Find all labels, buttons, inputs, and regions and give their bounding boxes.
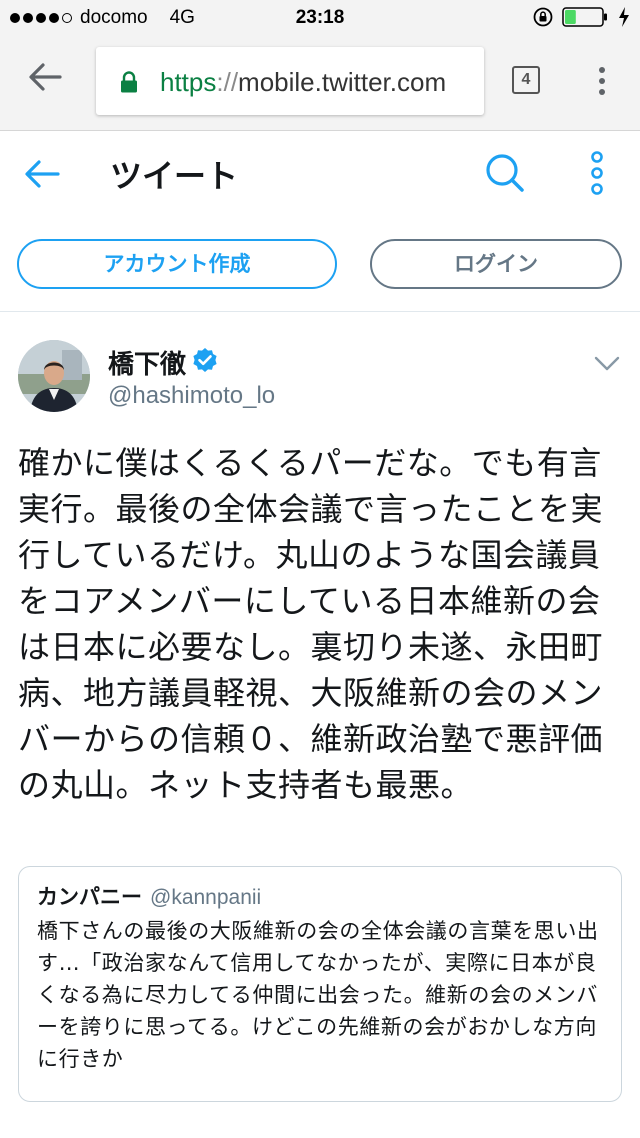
verified-badge-icon xyxy=(193,348,217,372)
auth-bar: アカウント作成 ログイン xyxy=(0,217,640,312)
quoted-tweet-text: 橋下さんの最後の大阪維新の会の全体会議の言葉を思い出す…「政治家なんて信用してな… xyxy=(37,919,599,1071)
address-bar[interactable]: https://mobile.twitter.com xyxy=(96,47,484,115)
secure-lock-icon xyxy=(121,71,137,93)
quoted-author-handle: @kannpanii xyxy=(150,886,262,909)
tweet-text: 確かに僕はくるくるパーだな。でも有言実行。最後の全体会議で言ったことを実行してい… xyxy=(18,444,604,804)
browser-menu-icon[interactable] xyxy=(596,66,608,96)
tweet: 橋下徹 @hashimoto_lo 確かに僕はくるくるパーだな。でも有言実行。最… xyxy=(0,312,640,1138)
author-handle[interactable]: @hashimoto_lo xyxy=(108,382,275,410)
quoted-author-name: カンパニー xyxy=(37,885,142,909)
url-text[interactable]: https://mobile.twitter.com xyxy=(160,67,446,98)
more-vertical-icon[interactable] xyxy=(588,151,606,195)
signup-button[interactable]: アカウント作成 xyxy=(17,239,337,289)
search-icon[interactable] xyxy=(485,153,525,193)
avatar[interactable] xyxy=(18,340,90,412)
battery-icon xyxy=(562,7,607,27)
twitter-header: ツイート xyxy=(0,131,640,217)
tab-switcher-button[interactable]: 4 xyxy=(512,66,540,94)
login-button[interactable]: ログイン xyxy=(370,239,622,289)
chevron-down-icon[interactable] xyxy=(594,356,620,372)
page-title: ツイート xyxy=(110,157,239,195)
back-arrow-icon[interactable] xyxy=(24,159,60,189)
charging-icon xyxy=(619,7,629,27)
browser-toolbar: https://mobile.twitter.com 4 xyxy=(0,36,640,131)
browser-back-icon[interactable] xyxy=(28,62,62,92)
rotation-lock-icon xyxy=(533,7,553,27)
author-name[interactable]: 橋下徹 xyxy=(108,344,186,381)
quoted-tweet[interactable]: カンパニー @kannpanii 橋下さんの最後の大阪維新の会の全体会議の言葉を思… xyxy=(18,866,622,1102)
status-bar: docomo 4G 23:18 xyxy=(0,0,640,36)
